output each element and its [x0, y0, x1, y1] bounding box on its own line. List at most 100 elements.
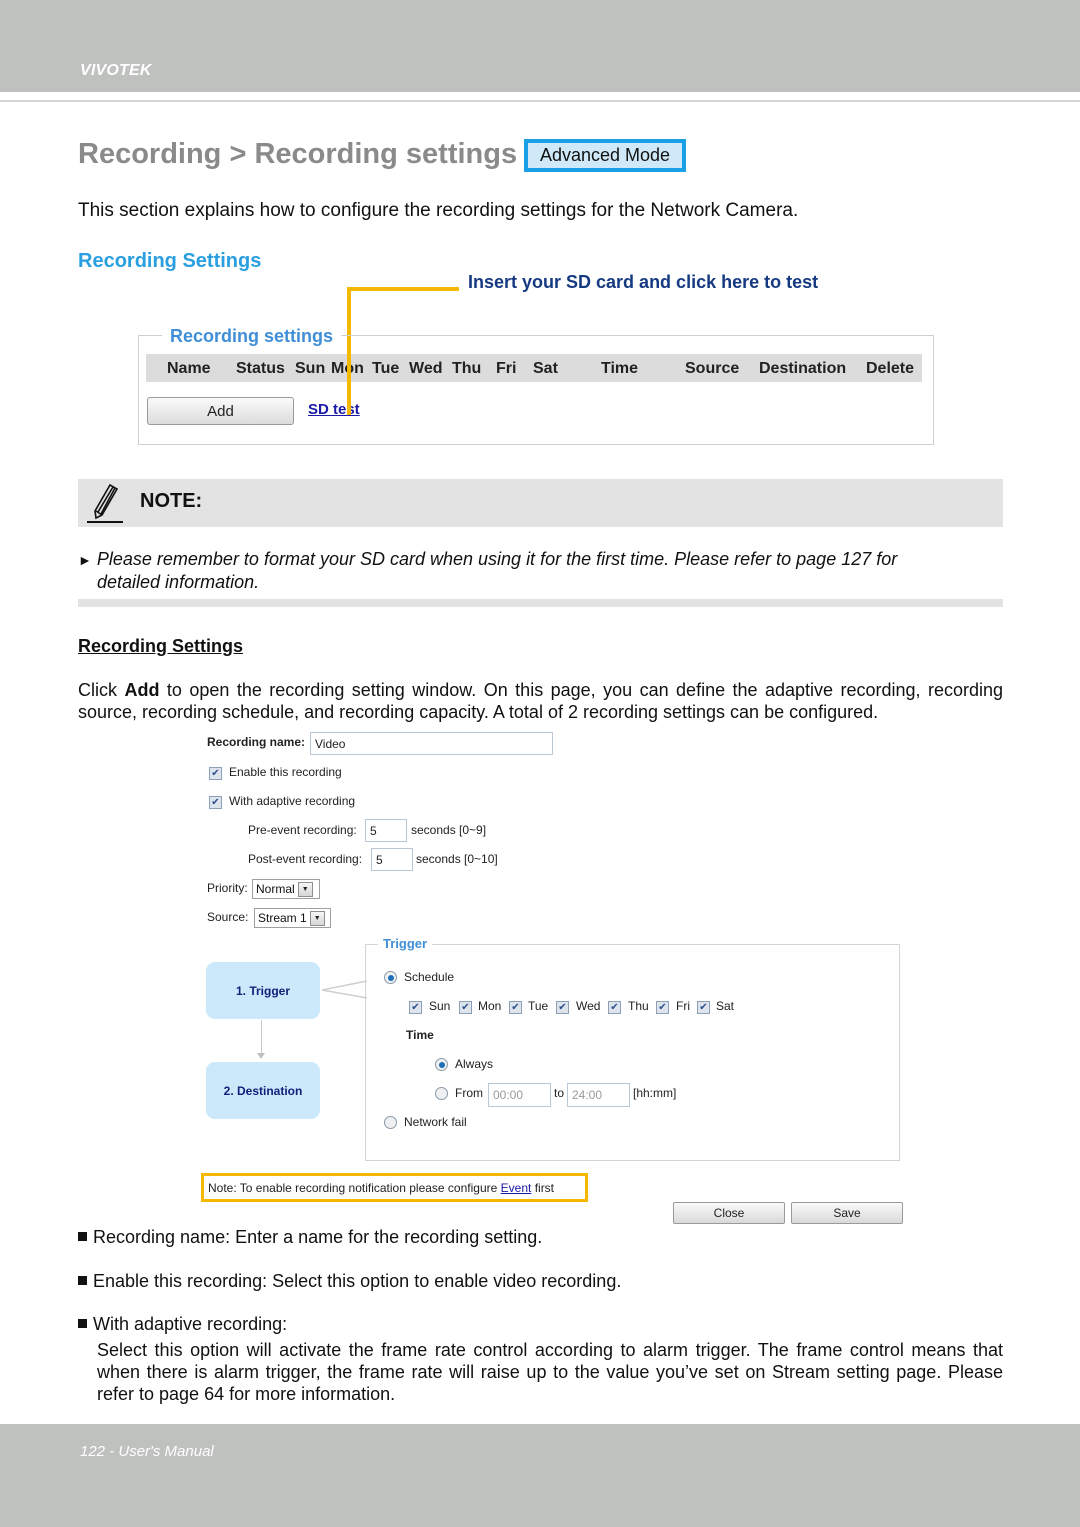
- pre-event-label: Pre-event recording:: [248, 823, 357, 837]
- flow-connector: [261, 1020, 262, 1056]
- subsection-paragraph: Click Add to open the recording setting …: [78, 679, 1003, 723]
- bullet-item: Enable this recording: Select this optio…: [78, 1271, 621, 1292]
- column-header: Fri: [496, 360, 517, 377]
- day-label: Fri: [676, 999, 690, 1013]
- column-header: Sun: [295, 360, 326, 377]
- to-time-input[interactable]: [567, 1083, 630, 1107]
- brand-logo: VIVOTEK: [80, 62, 152, 79]
- page-number: 122 - User's Manual: [80, 1443, 214, 1460]
- callout-line-overlay: [347, 350, 351, 415]
- day-checkbox-sun[interactable]: ✔: [409, 1001, 422, 1014]
- column-header: Thu: [452, 360, 482, 377]
- day-checkbox-fri[interactable]: ✔: [656, 1001, 669, 1014]
- adaptive-recording-label: With adaptive recording: [229, 794, 356, 808]
- source-value: Stream 1: [258, 911, 307, 925]
- priority-value: Normal: [256, 882, 295, 896]
- note-line-1: Please remember to format your SD card w…: [96, 549, 898, 569]
- column-header: Name: [167, 360, 211, 377]
- square-bullet-icon: [78, 1319, 87, 1328]
- trigger-legend: Trigger: [378, 936, 433, 951]
- notice-text: Note: To enable recording notification p…: [208, 1180, 498, 1195]
- priority-label: Priority:: [207, 881, 248, 895]
- sd-test-link[interactable]: SD test: [308, 401, 360, 418]
- source-select[interactable]: Stream 1 ▼: [254, 908, 331, 928]
- always-radio[interactable]: [435, 1058, 448, 1071]
- column-header: Source: [685, 360, 740, 377]
- note-bar: [78, 479, 1003, 527]
- priority-select[interactable]: Normal ▼: [252, 879, 320, 899]
- sd-test-callout: Insert your SD card and click here to te…: [468, 272, 819, 292]
- note-label: NOTE:: [140, 490, 203, 512]
- column-header: Wed: [409, 360, 443, 377]
- enable-recording-checkbox[interactable]: ✔: [209, 767, 222, 780]
- column-header: Status: [236, 360, 285, 377]
- time-format-hint: [hh:mm]: [633, 1086, 677, 1100]
- flow-step-trigger[interactable]: 1. Trigger: [206, 962, 320, 1019]
- day-label: Wed: [576, 999, 601, 1013]
- callout-line-horizontal: [347, 287, 459, 291]
- day-checkbox-wed[interactable]: ✔: [556, 1001, 569, 1014]
- to-label: to: [554, 1086, 565, 1100]
- arrow-down-icon: [257, 1053, 265, 1059]
- recording-settings-legend: Recording settings: [162, 326, 342, 347]
- day-checkbox-thu[interactable]: ✔: [608, 1001, 621, 1014]
- bullet-text: Recording name: Enter a name for the rec…: [93, 1227, 543, 1247]
- flow-step-destination[interactable]: 2. Destination: [206, 1062, 320, 1119]
- header-divider: [0, 100, 1080, 102]
- day-checkbox-tue[interactable]: ✔: [509, 1001, 522, 1014]
- schedule-label: Schedule: [404, 970, 455, 984]
- from-time-input[interactable]: [488, 1083, 551, 1107]
- para-text: Click: [78, 680, 125, 700]
- notice-text: first: [534, 1180, 555, 1195]
- day-label: Sun: [429, 999, 451, 1013]
- square-bullet-icon: [78, 1232, 87, 1241]
- enable-recording-label: Enable this recording: [229, 765, 342, 779]
- column-header: Delete: [866, 360, 915, 377]
- event-link[interactable]: Event: [501, 1181, 532, 1195]
- recording-name-label: Recording name:: [207, 735, 306, 749]
- always-label: Always: [455, 1057, 494, 1071]
- arrow-bullet-icon: ►: [78, 552, 92, 568]
- section-heading: Recording Settings: [78, 250, 262, 272]
- recording-name-input[interactable]: [310, 732, 553, 755]
- event-notice: Note: To enable recording notification p…: [201, 1173, 588, 1202]
- add-button[interactable]: Add: [147, 397, 294, 425]
- pre-event-unit: seconds [0~9]: [411, 823, 487, 837]
- pre-event-input[interactable]: [365, 819, 407, 842]
- column-header: Tue: [372, 360, 400, 377]
- pencil-icon: [87, 483, 123, 523]
- day-checkbox-mon[interactable]: ✔: [459, 1001, 472, 1014]
- advanced-mode-badge: Advanced Mode: [524, 139, 686, 172]
- day-checkbox-sat[interactable]: ✔: [697, 1001, 710, 1014]
- post-event-input[interactable]: [371, 848, 413, 871]
- bullet-item: With adaptive recording:: [78, 1314, 287, 1335]
- save-button[interactable]: Save: [791, 1202, 903, 1224]
- bullet-text: Enable this recording: Select this optio…: [93, 1271, 622, 1291]
- recording-settings-panel: [138, 335, 934, 445]
- subsection-heading: Recording Settings: [78, 636, 244, 656]
- post-event-unit: seconds [0~10]: [416, 852, 498, 866]
- chevron-down-icon: ▼: [309, 910, 325, 926]
- square-bullet-icon: [78, 1276, 87, 1285]
- note-text: ► Please remember to format your SD card…: [78, 548, 1003, 593]
- schedule-radio[interactable]: [384, 971, 397, 984]
- adaptive-recording-checkbox[interactable]: ✔: [209, 796, 222, 809]
- note-line-2: detailed information.: [97, 572, 260, 592]
- source-label: Source:: [207, 910, 249, 924]
- note-bottom-bar: [78, 599, 1003, 607]
- from-label: From: [455, 1086, 483, 1100]
- from-radio[interactable]: [435, 1087, 448, 1100]
- para-bold: Add: [124, 680, 160, 700]
- day-label: Thu: [628, 999, 649, 1013]
- network-fail-label: Network fail: [404, 1115, 467, 1129]
- day-label: Sat: [716, 999, 735, 1013]
- column-header: Sat: [533, 360, 558, 377]
- close-button[interactable]: Close: [673, 1202, 785, 1224]
- day-label: Tue: [528, 999, 549, 1013]
- page-footer: [0, 1424, 1080, 1527]
- bullet-item: Recording name: Enter a name for the rec…: [78, 1227, 542, 1248]
- page-title: Recording > Recording settings: [78, 138, 518, 170]
- network-fail-radio[interactable]: [384, 1116, 397, 1129]
- column-header: Destination: [759, 360, 847, 377]
- bullet-text: With adaptive recording:: [93, 1314, 288, 1334]
